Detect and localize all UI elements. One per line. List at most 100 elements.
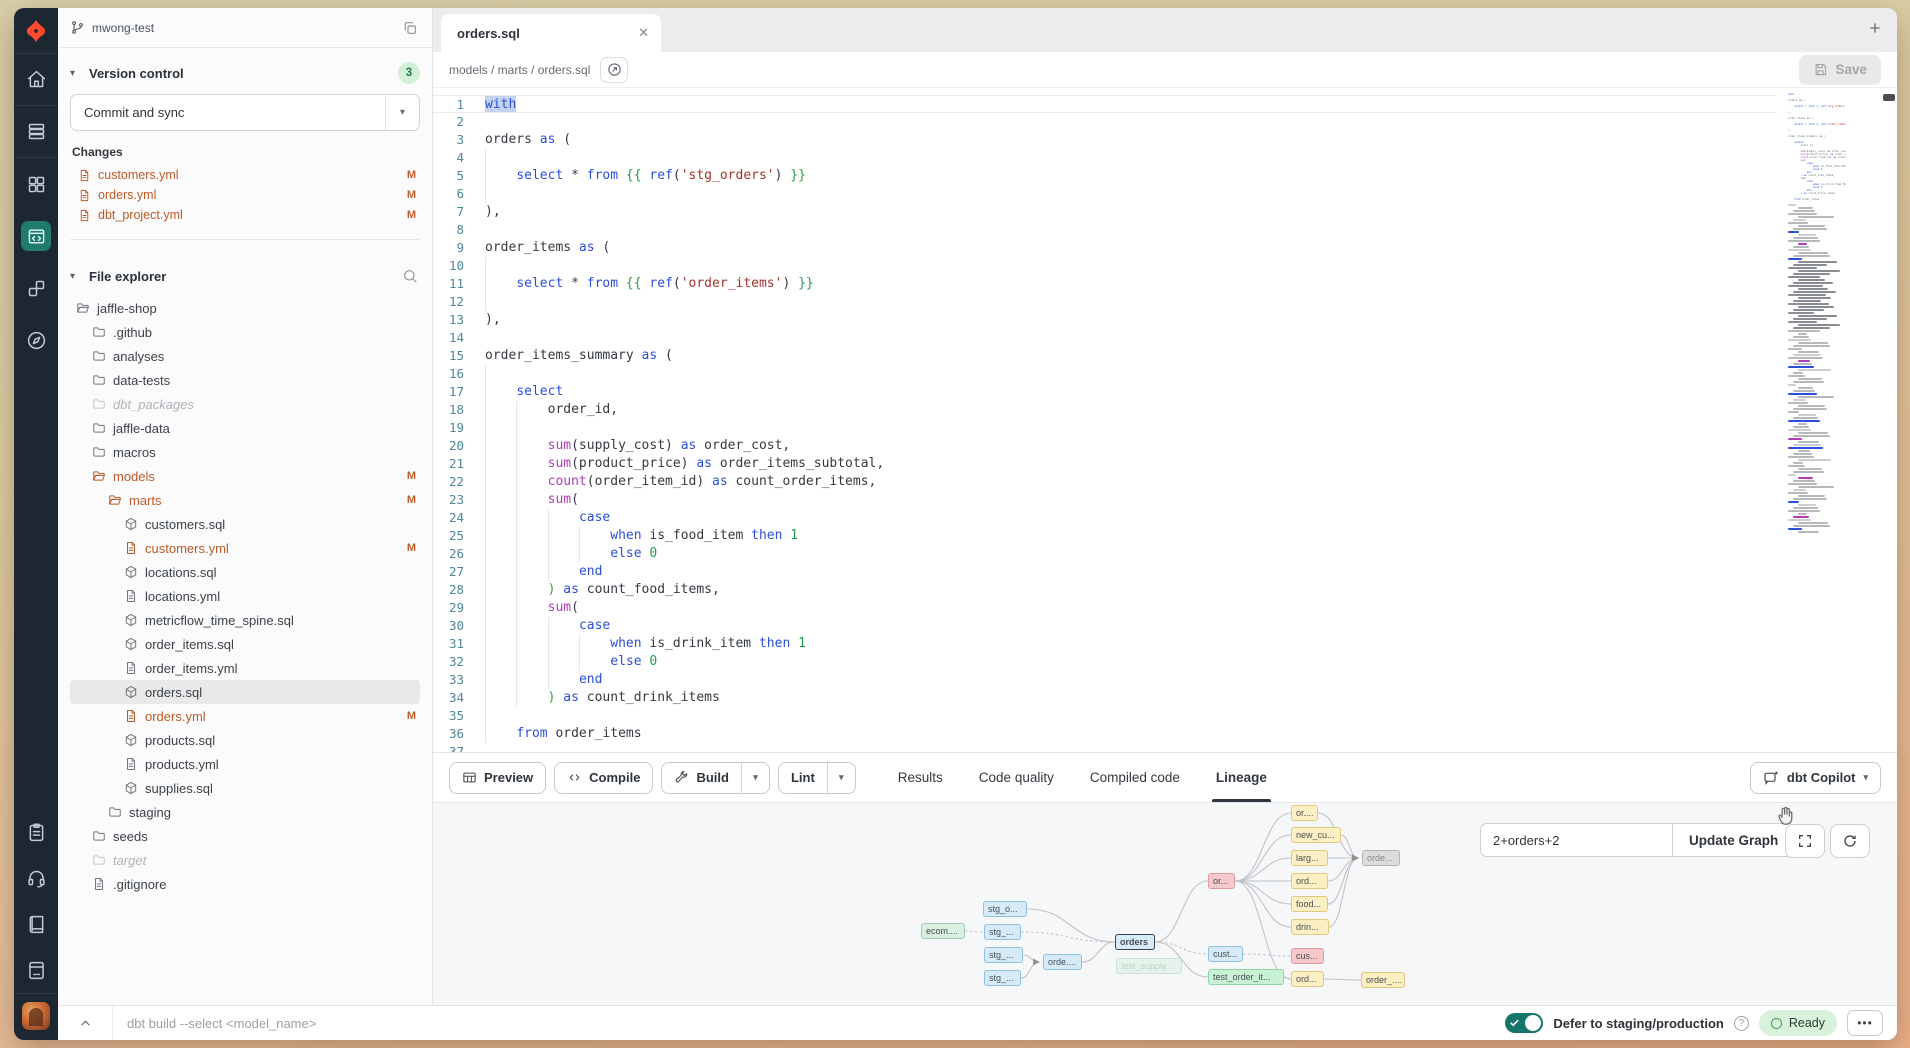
- commit-and-sync-button[interactable]: Commit and sync ▾: [70, 94, 420, 131]
- lineage-node-orde[interactable]: orde...: [1362, 850, 1400, 866]
- tree-item-locations.sql[interactable]: locations.sql: [70, 560, 420, 584]
- lineage-node-or[interactable]: or...: [1208, 873, 1235, 889]
- fullscreen-icon[interactable]: [1785, 824, 1825, 858]
- tree-item-products.yml[interactable]: products.yml: [70, 752, 420, 776]
- code-line-17[interactable]: 17 select: [433, 383, 1777, 401]
- tree-item-.github[interactable]: .github: [70, 320, 420, 344]
- new-tab-plus-icon[interactable]: [1867, 20, 1883, 41]
- lineage-node-drin[interactable]: drin...: [1291, 919, 1329, 935]
- code-line-16[interactable]: 16: [433, 365, 1777, 383]
- copy-branch-icon[interactable]: [400, 18, 420, 38]
- lineage-node-stg_o[interactable]: stg_o...: [983, 901, 1027, 917]
- tree-item-jaffle-data[interactable]: jaffle-data: [70, 416, 420, 440]
- changed-file-customers.yml[interactable]: customers.ymlM: [70, 165, 420, 185]
- tree-item-target[interactable]: target: [70, 848, 420, 872]
- lineage-node-larg[interactable]: larg...: [1291, 850, 1328, 866]
- code-line-13[interactable]: 13),: [433, 311, 1777, 329]
- code-line-6[interactable]: 6: [433, 185, 1777, 203]
- lineage-node-stg_[interactable]: stg_...: [984, 970, 1021, 986]
- update-graph-button[interactable]: Update Graph: [1672, 823, 1795, 857]
- user-avatar[interactable]: [22, 1002, 50, 1030]
- code-line-29[interactable]: 29 sum(: [433, 599, 1777, 617]
- build-button[interactable]: Build▾: [661, 762, 770, 794]
- code-line-31[interactable]: 31 when is_drink_item then 1: [433, 635, 1777, 653]
- code-line-1[interactable]: 1with: [433, 95, 1777, 113]
- lineage-panel[interactable]: ecom....stg_o...stg_...stg_...stg_...ord…: [433, 802, 1897, 1005]
- expand-command-bar-chevron-icon[interactable]: [58, 1006, 113, 1040]
- sidebar-item-develop[interactable]: [14, 210, 58, 262]
- chevron-down-icon[interactable]: ▾: [827, 763, 855, 793]
- tab-orders-sql[interactable]: orders.sql ✕: [441, 14, 661, 52]
- tree-item-macros[interactable]: macros: [70, 440, 420, 464]
- tree-item-analyses[interactable]: analyses: [70, 344, 420, 368]
- tree-item-orders.yml[interactable]: orders.ymlM: [70, 704, 420, 728]
- code-editor[interactable]: 1with23orders as (4 5 select * from {{ r…: [433, 88, 1897, 752]
- code-line-15[interactable]: 15order_items_summary as (: [433, 347, 1777, 365]
- lineage-node-ord[interactable]: ord...: [1291, 873, 1328, 889]
- sidebar-item-explore[interactable]: [14, 314, 58, 366]
- code-line-8[interactable]: 8: [433, 221, 1777, 239]
- dbt-logo[interactable]: [14, 8, 58, 54]
- lineage-node-test_order_it[interactable]: test_order_it...: [1208, 969, 1284, 985]
- code-line-19[interactable]: 19: [433, 419, 1777, 437]
- code-line-37[interactable]: 37: [433, 743, 1777, 752]
- code-line-32[interactable]: 32 else 0: [433, 653, 1777, 671]
- code-line-18[interactable]: 18 order_id,: [433, 401, 1777, 419]
- tree-item-metricflow_time_spine.sql[interactable]: metricflow_time_spine.sql: [70, 608, 420, 632]
- code-line-14[interactable]: 14: [433, 329, 1777, 347]
- file-explorer-header[interactable]: ▾ File explorer: [70, 262, 420, 296]
- code-line-28[interactable]: 28 ) as count_food_items,: [433, 581, 1777, 599]
- changed-file-orders.yml[interactable]: orders.ymlM: [70, 185, 420, 205]
- tree-item-models[interactable]: modelsM: [70, 464, 420, 488]
- code-line-3[interactable]: 3orders as (: [433, 131, 1777, 149]
- code-line-35[interactable]: 35: [433, 707, 1777, 725]
- tree-item-products.sql[interactable]: products.sql: [70, 728, 420, 752]
- lineage-node-ord[interactable]: ord...: [1291, 971, 1324, 987]
- tree-item-staging[interactable]: staging: [70, 800, 420, 824]
- status-badge[interactable]: Ready: [1759, 1010, 1837, 1036]
- code-line-12[interactable]: 12: [433, 293, 1777, 311]
- code-line-10[interactable]: 10: [433, 257, 1777, 275]
- sidebar-item-orchestrate[interactable]: [14, 262, 58, 314]
- chevron-down-icon[interactable]: ▾: [741, 763, 769, 793]
- code-line-26[interactable]: 26 else 0: [433, 545, 1777, 563]
- code-line-22[interactable]: 22 count(order_item_id) as count_order_i…: [433, 473, 1777, 491]
- tree-item-locations.yml[interactable]: locations.yml: [70, 584, 420, 608]
- lineage-node-orders[interactable]: orders: [1115, 934, 1155, 950]
- code-line-33[interactable]: 33 end: [433, 671, 1777, 689]
- branch-name[interactable]: mwong-test: [92, 21, 400, 35]
- refresh-graph-icon[interactable]: [1830, 824, 1870, 858]
- code-line-4[interactable]: 4: [433, 149, 1777, 167]
- lineage-node-test_supply[interactable]: test_supply...: [1116, 958, 1182, 974]
- code-line-7[interactable]: 7),: [433, 203, 1777, 221]
- code-line-9[interactable]: 9order_items as (: [433, 239, 1777, 257]
- code-line-5[interactable]: 5 select * from {{ ref('stg_orders') }}: [433, 167, 1777, 185]
- code-line-24[interactable]: 24 case: [433, 509, 1777, 527]
- tree-item-order_items.sql[interactable]: order_items.sql: [70, 632, 420, 656]
- sidebar-item-home[interactable]: [14, 54, 58, 106]
- tab-compiled-code[interactable]: Compiled code: [1090, 753, 1180, 802]
- tree-item-orders.sql[interactable]: orders.sql: [70, 680, 420, 704]
- lint-button[interactable]: Lint▾: [778, 762, 856, 794]
- code-line-34[interactable]: 34 ) as count_drink_items: [433, 689, 1777, 707]
- compile-button[interactable]: Compile: [554, 762, 653, 794]
- code-line-23[interactable]: 23 sum(: [433, 491, 1777, 509]
- tree-item-.gitignore[interactable]: .gitignore: [70, 872, 420, 896]
- changed-file-dbt_project.yml[interactable]: dbt_project.ymlM: [70, 205, 420, 225]
- tree-item-dbt_packages[interactable]: dbt_packages: [70, 392, 420, 416]
- more-options-button[interactable]: •••: [1847, 1010, 1883, 1036]
- code-line-2[interactable]: 2: [433, 113, 1777, 131]
- tree-item-order_items.yml[interactable]: order_items.yml: [70, 656, 420, 680]
- code-line-11[interactable]: 11 select * from {{ ref('order_items') }…: [433, 275, 1777, 293]
- code-line-36[interactable]: 36 from order_items: [433, 725, 1777, 743]
- lineage-selector-input[interactable]: [1480, 823, 1672, 857]
- sidebar-item-deploy[interactable]: [14, 106, 58, 158]
- close-icon[interactable]: ✕: [638, 25, 649, 41]
- save-button[interactable]: Save: [1799, 55, 1881, 85]
- lineage-node-cus[interactable]: cus...: [1291, 948, 1324, 964]
- lineage-node-or[interactable]: or....: [1291, 805, 1318, 821]
- code-line-20[interactable]: 20 sum(supply_cost) as order_cost,: [433, 437, 1777, 455]
- defer-toggle[interactable]: [1505, 1013, 1543, 1033]
- minimap[interactable]: withorders as ( select * from {{ ref('st…: [1788, 93, 1846, 723]
- sidebar-item-docs[interactable]: [14, 901, 58, 947]
